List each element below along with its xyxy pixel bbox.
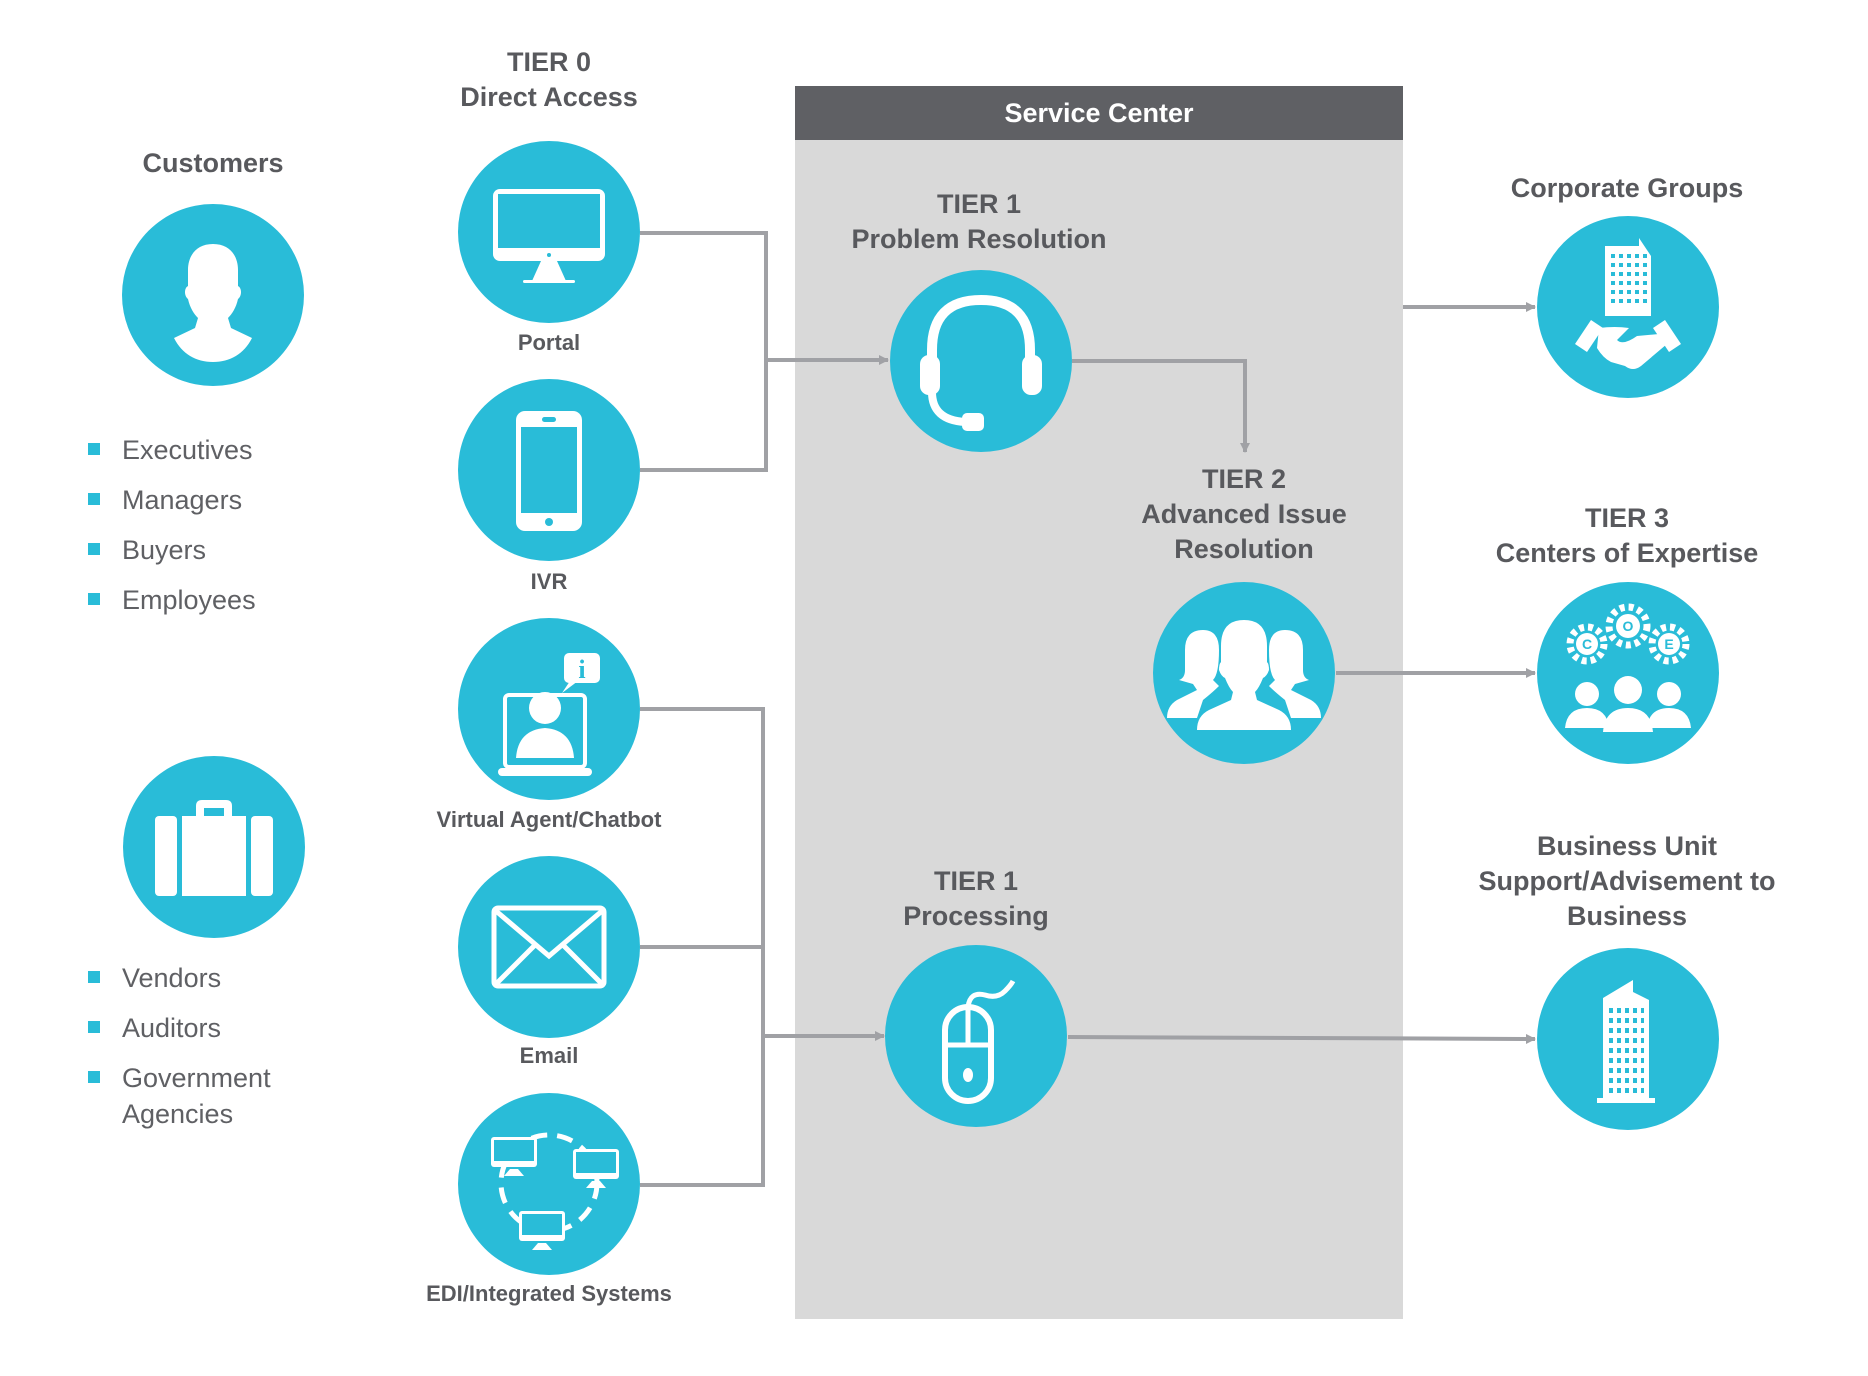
tier2-heading: TIER 2 Advanced Issue Resolution bbox=[1141, 464, 1347, 564]
svg-text:O: O bbox=[1623, 618, 1634, 634]
bullet-icon bbox=[88, 971, 100, 983]
team-icon bbox=[1153, 582, 1335, 764]
list-item: Vendors bbox=[88, 960, 271, 996]
coe-gears-people-icon: C O E bbox=[1537, 582, 1719, 764]
headset-icon bbox=[890, 270, 1072, 452]
building-handshake-icon bbox=[1537, 216, 1719, 398]
partner-list: Vendors Auditors Government Agencies bbox=[88, 960, 271, 1146]
person-icon bbox=[122, 204, 304, 386]
tier1-processing-heading: TIER 1 Processing bbox=[903, 866, 1049, 931]
customers-title: Customers bbox=[142, 148, 284, 178]
list-item: Government bbox=[88, 1060, 271, 1096]
channel-label-portal: Portal bbox=[517, 330, 581, 355]
svg-text:i: i bbox=[578, 655, 585, 684]
tier0-heading: TIER 0 Direct Access bbox=[460, 47, 638, 112]
service-center-header: Service Center bbox=[795, 86, 1403, 140]
svg-text:C: C bbox=[1582, 636, 1592, 652]
connector-portal bbox=[640, 231, 768, 472]
list-item: Executives bbox=[88, 432, 256, 468]
channel-label-edi: EDI/Integrated Systems bbox=[426, 1281, 672, 1306]
list-item: Agencies bbox=[122, 1099, 234, 1129]
smartphone-icon bbox=[458, 379, 640, 561]
list-item: Employees bbox=[88, 582, 256, 618]
tier3-heading: TIER 3 Centers of Expertise bbox=[1495, 503, 1759, 568]
svg-text:E: E bbox=[1664, 636, 1673, 652]
tier1-problem-heading: TIER 1 Problem Resolution bbox=[851, 189, 1107, 254]
networked-computers-icon bbox=[458, 1093, 640, 1275]
list-item: Managers bbox=[88, 482, 256, 518]
desktop-monitor-icon bbox=[458, 141, 640, 323]
computer-mouse-icon bbox=[885, 945, 1067, 1127]
office-building-icon bbox=[1537, 948, 1719, 1130]
channel-label-email: Email bbox=[519, 1043, 579, 1068]
corporate-groups-heading: Corporate Groups bbox=[1510, 173, 1744, 203]
list-item: Buyers bbox=[88, 532, 256, 568]
virtual-agent-icon: i bbox=[458, 618, 640, 800]
channel-label-virtual-agent: Virtual Agent/Chatbot bbox=[436, 807, 662, 832]
channel-label-ivr: IVR bbox=[530, 569, 568, 594]
bullet-icon bbox=[88, 1071, 100, 1083]
bullet-icon bbox=[88, 543, 100, 555]
envelope-icon bbox=[458, 856, 640, 1038]
list-item: Auditors bbox=[88, 1010, 271, 1046]
bullet-icon bbox=[88, 593, 100, 605]
connector-bottom-channels bbox=[640, 707, 765, 1187]
briefcase-icon bbox=[123, 756, 305, 938]
customer-list: Executives Managers Buyers Employees bbox=[88, 432, 256, 632]
bullet-icon bbox=[88, 443, 100, 455]
bullet-icon bbox=[88, 493, 100, 505]
bullet-icon bbox=[88, 1021, 100, 1033]
business-unit-heading: Business Unit Support/Advisement to Busi… bbox=[1478, 831, 1776, 931]
